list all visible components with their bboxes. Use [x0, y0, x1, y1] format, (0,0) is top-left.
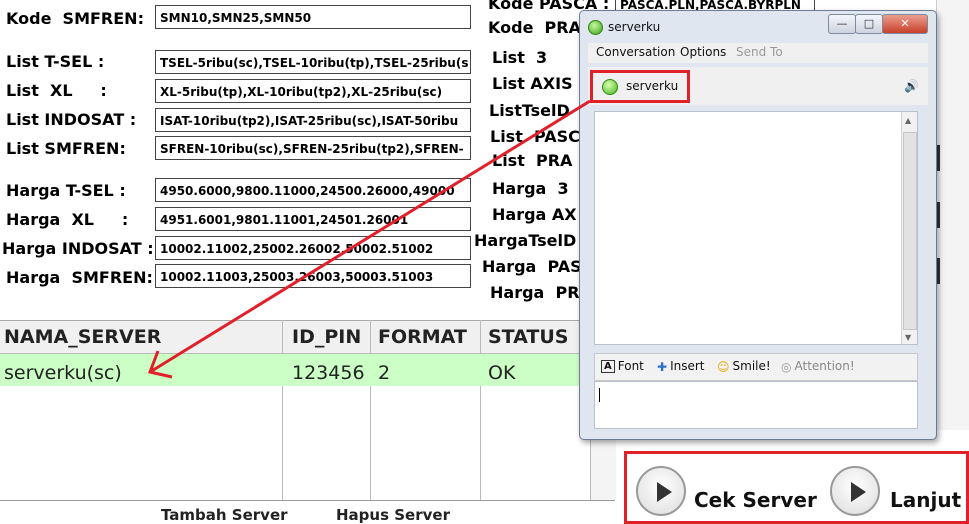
- check-server-play-icon[interactable]: [636, 466, 686, 516]
- next-button[interactable]: Lanjut: [890, 488, 961, 512]
- next-play-icon[interactable]: [830, 466, 880, 516]
- check-server-button[interactable]: Cek Server: [694, 488, 817, 512]
- annotation-arrow: [147, 99, 591, 379]
